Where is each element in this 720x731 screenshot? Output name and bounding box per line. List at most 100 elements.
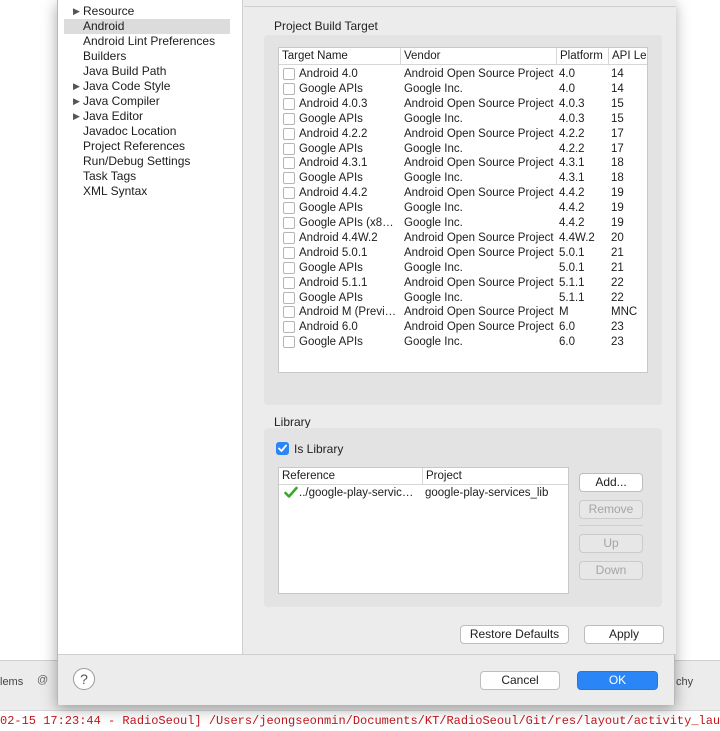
sidebar-item-run-debug-settings[interactable]: Run/Debug Settings (58, 154, 243, 169)
background-hierarchy-tab[interactable]: chy (676, 676, 693, 688)
build-target-row[interactable]: Android 5.1.1 Android Open Source Project… (279, 276, 647, 291)
build-target-row[interactable]: Android 4.3.1 Android Open Source Project… (279, 156, 647, 171)
sidebar-item-java-editor[interactable]: ▶ Java Editor (58, 109, 243, 124)
api-level-cell: 14 (611, 82, 624, 95)
is-library-label[interactable]: Is Library (294, 442, 343, 456)
column-header-platform[interactable]: Platform (557, 48, 609, 65)
target-checkbox[interactable] (283, 231, 295, 244)
sidebar-item-resource[interactable]: ▶ Resource (58, 4, 243, 19)
target-checkbox[interactable] (283, 112, 295, 125)
target-checkbox[interactable] (283, 306, 295, 319)
platform-cell: 4.3.1 (559, 157, 585, 170)
target-checkbox[interactable] (283, 336, 295, 349)
build-target-row[interactable]: Android 4.0.3 Android Open Source Project… (279, 97, 647, 112)
sidebar-item-label: Project References (83, 139, 186, 153)
column-header-api-level[interactable]: API Le (609, 48, 647, 65)
build-target-row[interactable]: Android 4.0 Android Open Source Project 4.… (279, 67, 647, 82)
up-button[interactable]: Up (579, 534, 643, 553)
platform-cell: 5.0.1 (559, 261, 585, 274)
sidebar-item-task-tags[interactable]: Task Tags (58, 169, 243, 184)
build-target-row[interactable]: Android 5.0.1 Android Open Source Project… (279, 246, 647, 261)
sidebar-item-java-code-style[interactable]: ▶ Java Code Style (58, 79, 243, 94)
build-target-row[interactable]: Google APIs Google Inc. 4.3.1 18 (279, 171, 647, 186)
target-checkbox[interactable] (283, 142, 295, 155)
disclosure-triangle-icon[interactable]: ▶ (73, 4, 80, 19)
build-target-row[interactable]: Google APIs Google Inc. 4.0 14 (279, 82, 647, 97)
build-target-row[interactable]: Android M (Previ… Android Open Source Pro… (279, 305, 647, 320)
apply-button[interactable]: Apply (584, 625, 664, 644)
target-checkbox[interactable] (283, 246, 295, 259)
disclosure-triangle-icon[interactable]: ▶ (73, 94, 80, 109)
sidebar-item-builders[interactable]: Builders (58, 49, 243, 64)
target-checkbox[interactable] (283, 217, 295, 229)
help-button[interactable]: ? (73, 668, 95, 690)
target-name-cell: Android 5.0.1 (299, 246, 368, 259)
build-target-row[interactable]: Google APIs Google Inc. 6.0 23 (279, 335, 647, 350)
target-checkbox[interactable] (283, 157, 295, 170)
platform-cell: 4.4.2 (559, 187, 585, 200)
sidebar-item-java-build-path[interactable]: Java Build Path (58, 64, 243, 79)
vendor-cell: Android Open Source Project (404, 97, 554, 110)
sidebar-item-label: Android (83, 19, 125, 33)
target-checkbox[interactable] (283, 127, 295, 140)
platform-cell: 4.4.2 (559, 217, 585, 229)
remove-button[interactable]: Remove (579, 500, 643, 519)
build-target-row[interactable]: Google APIs (x8… Google Inc. 4.4.2 19 (279, 216, 647, 231)
build-target-row[interactable]: Google APIs Google Inc. 4.0.3 15 (279, 112, 647, 127)
background-problems-tab[interactable]: lems (0, 676, 23, 688)
target-checkbox[interactable] (283, 187, 295, 200)
target-checkbox[interactable] (283, 82, 295, 95)
sidebar-item-project-references[interactable]: Project References (58, 139, 243, 154)
column-header-vendor[interactable]: Vendor (401, 48, 557, 65)
question-mark-icon: ? (80, 671, 88, 687)
build-target-row[interactable]: Android 4.4.2 Android Open Source Project… (279, 186, 647, 201)
column-header-project[interactable]: Project (423, 468, 568, 485)
sidebar-item-java-compiler[interactable]: ▶ Java Compiler (58, 94, 243, 109)
sidebar-item-label: Android Lint Preferences (83, 34, 216, 48)
target-checkbox[interactable] (283, 68, 295, 80)
sidebar-item-javadoc-location[interactable]: Javadoc Location (58, 124, 243, 139)
cancel-button[interactable]: Cancel (480, 671, 560, 690)
build-target-row[interactable]: Android 6.0 Android Open Source Project 6.… (279, 320, 647, 335)
down-button[interactable]: Down (579, 561, 643, 580)
target-name-cell: Google APIs (299, 261, 363, 274)
platform-cell: 5.1.1 (559, 276, 585, 289)
restore-defaults-button[interactable]: Restore Defaults (460, 625, 569, 644)
is-library-checkbox[interactable] (276, 442, 289, 455)
build-target-row[interactable]: Google APIs Google Inc. 5.1.1 22 (279, 291, 647, 306)
sidebar-item-android[interactable]: Android (64, 19, 230, 34)
sidebar-item-label: Javadoc Location (83, 124, 177, 138)
column-header-reference[interactable]: Reference (279, 468, 423, 485)
disclosure-triangle-icon[interactable]: ▶ (73, 109, 80, 124)
target-name-cell: Android M (Previ… (299, 306, 397, 319)
divider (58, 654, 676, 655)
platform-cell: 4.4W.2 (559, 231, 595, 244)
sidebar-item-label: Task Tags (83, 169, 137, 183)
build-target-row[interactable]: Android 4.4W.2 Android Open Source Projec… (279, 231, 647, 246)
disclosure-triangle-icon[interactable]: ▶ (73, 79, 80, 94)
sidebar-item-android-lint-preferences[interactable]: Android Lint Preferences (58, 34, 243, 49)
api-level-cell: 21 (611, 246, 624, 259)
api-level-cell: 17 (611, 127, 624, 140)
library-table-row[interactable]: ../google-play-servic… google-play-servi… (279, 486, 568, 501)
column-header-target-name[interactable]: Target Name (279, 48, 401, 65)
api-level-cell: 18 (611, 172, 624, 185)
build-target-row[interactable]: Google APIs Google Inc. 4.4.2 19 (279, 201, 647, 216)
target-checkbox[interactable] (283, 321, 295, 334)
ok-button[interactable]: OK (577, 671, 658, 690)
target-checkbox[interactable] (283, 97, 295, 110)
target-checkbox[interactable] (283, 202, 295, 215)
build-target-row[interactable]: Google APIs Google Inc. 4.2.2 17 (279, 142, 647, 157)
target-checkbox[interactable] (283, 261, 295, 274)
sidebar-item-xml-syntax[interactable]: XML Syntax (58, 184, 243, 199)
add-button[interactable]: Add... (579, 473, 643, 492)
target-checkbox[interactable] (283, 276, 295, 289)
target-checkbox[interactable] (283, 291, 295, 304)
build-target-row[interactable]: Google APIs Google Inc. 5.0.1 21 (279, 261, 647, 276)
background-javadoc-tab-icon[interactable]: @ (37, 674, 48, 686)
build-target-row[interactable]: Android 4.2.2 Android Open Source Project… (279, 127, 647, 142)
target-checkbox[interactable] (283, 172, 295, 185)
build-target-section-title: Project Build Target (274, 19, 378, 33)
background-editor-right (675, 0, 720, 660)
divider (579, 525, 643, 526)
